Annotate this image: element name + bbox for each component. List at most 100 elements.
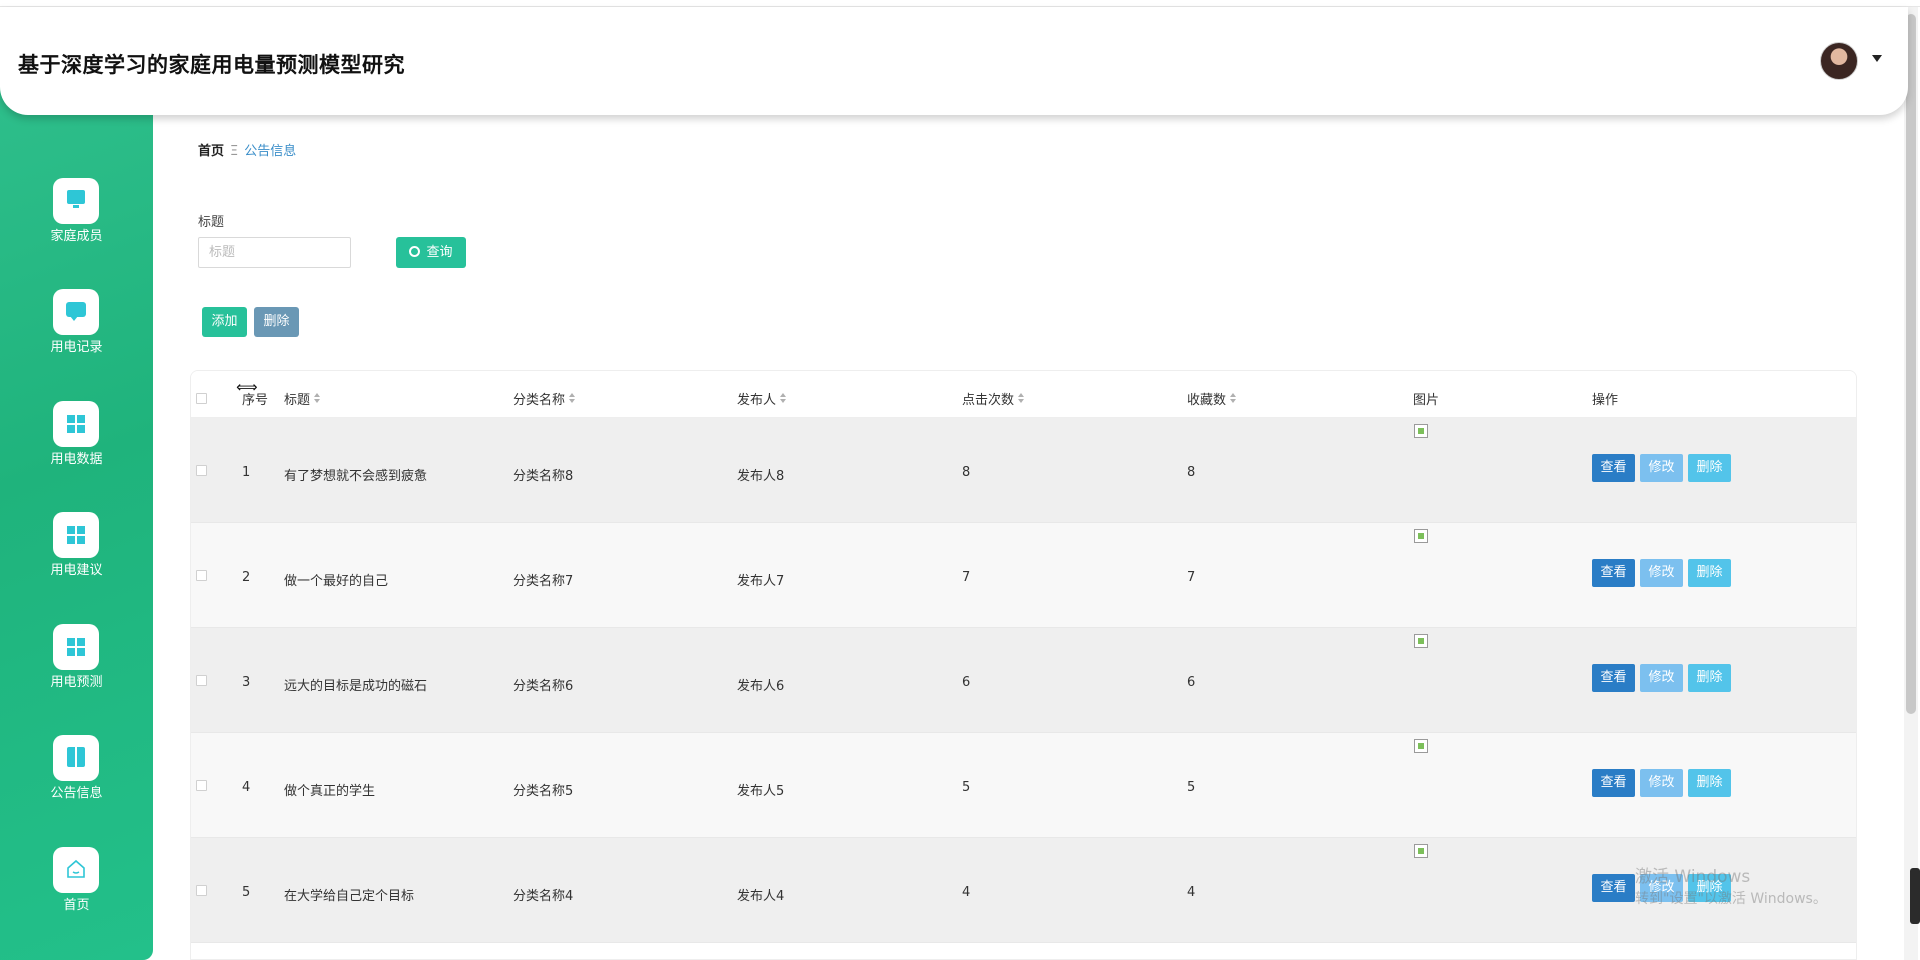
add-button[interactable]: 添加 (202, 307, 247, 337)
cell-index: 3 (242, 675, 251, 690)
broken-image-icon (1414, 424, 1428, 438)
query-button[interactable]: 查询 (396, 237, 466, 268)
cell-publisher: 发布人8 (737, 469, 785, 484)
sidebar-item-usage-data[interactable]: 用电数据 (0, 401, 153, 481)
cell-category: 分类名称6 (513, 679, 574, 694)
edit-button[interactable]: 修改 (1640, 664, 1683, 692)
table-row: 5 在大学给自己定个目标 分类名称4 发布人4 4 4 查看 修改 删除 (191, 838, 1856, 943)
row-checkbox[interactable] (196, 780, 207, 791)
book-icon (53, 735, 99, 781)
caret-down-icon[interactable] (1872, 55, 1882, 62)
select-all-checkbox[interactable] (196, 393, 207, 404)
grid-icon (53, 401, 99, 447)
header-title[interactable]: 标题 (284, 389, 321, 408)
view-button[interactable]: 查看 (1592, 454, 1635, 482)
delete-button[interactable]: 删除 (1688, 874, 1731, 902)
cell-category: 分类名称5 (513, 784, 574, 799)
table-row: 4 做个真正的学生 分类名称5 发布人5 5 5 查看 修改 删除 (191, 733, 1856, 838)
broken-image-icon (1414, 739, 1428, 753)
sort-icon (1018, 393, 1025, 403)
batch-delete-button[interactable]: 删除 (254, 307, 299, 337)
view-button[interactable]: 查看 (1592, 769, 1635, 797)
cell-clicks: 5 (962, 780, 971, 795)
breadcrumb-separator-icon: Ξ (230, 144, 239, 159)
app-title: 基于深度学习的家庭用电量预测模型研究 (18, 53, 405, 77)
view-button[interactable]: 查看 (1592, 559, 1635, 587)
view-button[interactable]: 查看 (1592, 874, 1635, 902)
scrollbar[interactable] (1906, 14, 1916, 714)
broken-image-icon (1414, 634, 1428, 648)
header-operations: 操作 (1592, 393, 1619, 408)
header-clicks[interactable]: 点击次数 (962, 389, 1025, 408)
delete-button[interactable]: 删除 (1688, 769, 1731, 797)
row-checkbox[interactable] (196, 885, 207, 896)
chat-icon (53, 289, 99, 335)
cell-category: 分类名称8 (513, 469, 574, 484)
cell-title: 做一个最好的自己 (284, 574, 389, 589)
sidebar-item-home[interactable]: 首页 (0, 847, 153, 927)
table-header: 序号 标题 分类名称 发布人 点击次数 收藏数 图片 操作 (191, 371, 1856, 418)
cell-index: 4 (242, 780, 251, 795)
sidebar-item-usage-prediction[interactable]: 用电预测 (0, 624, 153, 704)
cell-publisher: 发布人6 (737, 679, 785, 694)
header-image: 图片 (1413, 393, 1440, 408)
cell-title: 远大的目标是成功的磁石 (284, 679, 428, 694)
breadcrumb-current: 公告信息 (244, 144, 297, 159)
sidebar-item-announcements[interactable]: 公告信息 (0, 735, 153, 815)
cell-index: 1 (242, 465, 251, 480)
breadcrumb-home[interactable]: 首页 (198, 144, 224, 159)
cell-title: 做个真正的学生 (284, 784, 376, 799)
cell-clicks: 8 (962, 465, 971, 480)
cell-clicks: 7 (962, 570, 971, 585)
broken-image-icon (1414, 844, 1428, 858)
sidebar-item-usage-records[interactable]: 用电记录 (0, 289, 153, 369)
header-publisher[interactable]: 发布人 (737, 389, 787, 408)
row-checkbox[interactable] (196, 465, 207, 476)
sidebar-item-label: 用电数据 (50, 452, 103, 467)
side-widget[interactable] (1910, 868, 1920, 924)
row-checkbox[interactable] (196, 570, 207, 581)
edit-button[interactable]: 修改 (1640, 769, 1683, 797)
view-button[interactable]: 查看 (1592, 664, 1635, 692)
breadcrumb: 首页 Ξ 公告信息 (198, 140, 296, 159)
cell-favorites: 6 (1187, 675, 1196, 690)
delete-button[interactable]: 删除 (1688, 454, 1731, 482)
header-category[interactable]: 分类名称 (513, 389, 576, 408)
sidebar-item-label: 用电建议 (50, 563, 103, 578)
edit-button[interactable]: 修改 (1640, 874, 1683, 902)
table-row: 2 做一个最好的自己 分类名称7 发布人7 7 7 查看 修改 删除 (191, 523, 1856, 628)
avatar[interactable] (1820, 42, 1858, 80)
search-input[interactable] (198, 237, 351, 268)
cell-index: 2 (242, 570, 251, 585)
cell-publisher: 发布人5 (737, 784, 785, 799)
home-icon (53, 847, 99, 893)
sort-icon (1230, 393, 1237, 403)
monitor-icon (53, 178, 99, 224)
cell-favorites: 4 (1187, 885, 1196, 900)
edit-button[interactable]: 修改 (1640, 454, 1683, 482)
cell-publisher: 发布人4 (737, 889, 785, 904)
grid-icon (53, 512, 99, 558)
announcement-table: 序号 标题 分类名称 发布人 点击次数 收藏数 图片 操作 1 有了梦想就不会感到… (190, 370, 1857, 960)
sidebar-item-usage-advice[interactable]: 用电建议 (0, 512, 153, 592)
query-button-label: 查询 (426, 245, 453, 260)
header: 基于深度学习的家庭用电量预测模型研究 (0, 7, 1908, 115)
sort-icon (780, 393, 787, 403)
row-checkbox[interactable] (196, 675, 207, 686)
cell-clicks: 6 (962, 675, 971, 690)
delete-button[interactable]: 删除 (1688, 664, 1731, 692)
cell-index: 5 (242, 885, 251, 900)
cell-category: 分类名称4 (513, 889, 574, 904)
cell-publisher: 发布人7 (737, 574, 785, 589)
top-border (0, 0, 1920, 7)
edit-button[interactable]: 修改 (1640, 559, 1683, 587)
delete-button[interactable]: 删除 (1688, 559, 1731, 587)
sidebar-item-label: 用电预测 (50, 675, 103, 690)
sidebar-item-family-members[interactable]: 家庭成员 (0, 178, 153, 258)
cell-category: 分类名称7 (513, 574, 574, 589)
table-row: 1 有了梦想就不会感到疲惫 分类名称8 发布人8 8 8 查看 修改 删除 (191, 418, 1856, 523)
sidebar-item-label: 用电记录 (50, 340, 103, 355)
header-favorites[interactable]: 收藏数 (1187, 389, 1237, 408)
cell-favorites: 5 (1187, 780, 1196, 795)
search-icon (409, 246, 421, 257)
